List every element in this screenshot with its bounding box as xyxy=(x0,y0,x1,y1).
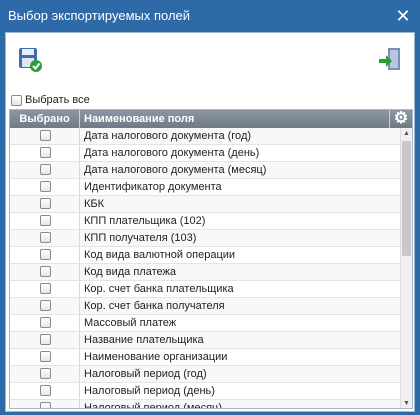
row-checkbox[interactable] xyxy=(40,317,51,328)
table-row[interactable]: Название плательщика xyxy=(10,332,400,349)
row-select-cell xyxy=(10,162,80,178)
row-field-name: Идентификатор документа xyxy=(84,181,222,193)
row-field-name: Дата налогового документа (год) xyxy=(84,130,252,142)
table-row[interactable]: Кор. счет банка получателя xyxy=(10,298,400,315)
row-select-cell xyxy=(10,230,80,246)
table-row[interactable]: Дата налогового документа (год) xyxy=(10,128,400,145)
row-select-cell xyxy=(10,298,80,314)
row-select-cell xyxy=(10,315,80,331)
select-all-checkbox[interactable]: Выбрать все xyxy=(11,93,90,107)
row-checkbox[interactable] xyxy=(40,283,51,294)
table-row[interactable]: КПП получателя (103) xyxy=(10,230,400,247)
row-field-name: Название плательщика xyxy=(84,334,204,346)
table-row[interactable]: Массовый платеж xyxy=(10,315,400,332)
table-row[interactable]: Налоговый период (год) xyxy=(10,366,400,383)
row-select-cell xyxy=(10,145,80,161)
row-select-cell xyxy=(10,400,80,408)
table-row[interactable]: Наименование организации xyxy=(10,349,400,366)
scroll-down-arrow-icon[interactable]: ▼ xyxy=(401,398,412,408)
row-checkbox[interactable] xyxy=(40,232,51,243)
save-icon[interactable] xyxy=(16,45,44,75)
dialog-title: Выбор экспортируемых полей xyxy=(8,8,191,23)
row-checkbox[interactable] xyxy=(40,215,51,226)
row-checkbox[interactable] xyxy=(40,249,51,260)
row-select-cell xyxy=(10,213,80,229)
row-checkbox[interactable] xyxy=(40,385,51,396)
table-row[interactable]: КБК xyxy=(10,196,400,213)
row-checkbox[interactable] xyxy=(40,402,51,408)
column-header-selected[interactable]: Выбрано xyxy=(10,110,80,128)
row-select-cell xyxy=(10,196,80,212)
row-field-name: Массовый платеж xyxy=(84,317,177,329)
row-field-name: Налоговый период (день) xyxy=(84,385,215,397)
row-field-name: Дата налогового документа (день) xyxy=(84,147,260,159)
scroll-thumb[interactable] xyxy=(402,141,411,256)
column-header-field-name[interactable]: Наименование поля xyxy=(82,110,384,128)
table-row[interactable]: Налоговый период (месяц) xyxy=(10,400,400,409)
row-checkbox[interactable] xyxy=(40,181,51,192)
table-row[interactable]: Дата налогового документа (месяц) xyxy=(10,162,400,179)
row-select-cell xyxy=(10,264,80,280)
row-field-name: КПП получателя (103) xyxy=(84,232,197,244)
row-field-name: КПП плательщика (102) xyxy=(84,215,206,227)
table-row[interactable]: КПП плательщика (102) xyxy=(10,213,400,230)
row-field-name: Наименование организации xyxy=(84,351,228,363)
table-row[interactable]: Идентификатор документа xyxy=(10,179,400,196)
row-select-cell xyxy=(10,383,80,399)
table-row[interactable]: Код вида валютной операции xyxy=(10,247,400,264)
table-row[interactable]: Дата налогового документа (день) xyxy=(10,145,400,162)
row-field-name: Дата налогового документа (месяц) xyxy=(84,164,267,176)
fields-grid: Выбрано Наименование поля ⚙ Дата налогов… xyxy=(9,109,413,409)
row-checkbox[interactable] xyxy=(40,368,51,379)
row-checkbox[interactable] xyxy=(40,164,51,175)
close-icon[interactable]: ✕ xyxy=(394,7,412,25)
row-select-cell xyxy=(10,179,80,195)
vertical-scrollbar[interactable]: ▲ ▼ xyxy=(400,128,412,408)
row-field-name: Кор. счет банка плательщика xyxy=(84,283,234,295)
table-row[interactable]: Кор. счет банка плательщика xyxy=(10,281,400,298)
dialog-body: Выбрать все Выбрано Наименование поля ⚙ … xyxy=(5,32,415,412)
row-select-cell xyxy=(10,332,80,348)
table-row[interactable]: Код вида платежа xyxy=(10,264,400,281)
row-field-name: Код вида валютной операции xyxy=(84,249,236,261)
dialog-titlebar: Выбор экспортируемых полей ✕ xyxy=(0,0,420,32)
row-select-cell xyxy=(10,366,80,382)
row-field-name: Налоговый период (месяц) xyxy=(84,402,223,409)
row-field-name: Код вида платежа xyxy=(84,266,176,278)
row-select-cell xyxy=(10,128,80,144)
row-field-name: КБК xyxy=(84,198,105,210)
row-checkbox[interactable] xyxy=(40,334,51,345)
row-select-cell xyxy=(10,349,80,365)
row-field-name: Кор. счет банка получателя xyxy=(84,300,225,312)
select-all-box[interactable] xyxy=(11,94,22,106)
grid-rows: Дата налогового документа (год) Дата нало… xyxy=(10,128,400,409)
row-checkbox[interactable] xyxy=(40,198,51,209)
gear-icon[interactable]: ⚙ xyxy=(389,110,412,128)
export-fields-dialog: Выбор экспортируемых полей ✕ Выбрать все… xyxy=(0,0,420,415)
exit-icon[interactable] xyxy=(376,45,404,75)
toolbar xyxy=(6,33,414,89)
table-row[interactable]: Налоговый период (день) xyxy=(10,383,400,400)
row-checkbox[interactable] xyxy=(40,300,51,311)
row-checkbox[interactable] xyxy=(40,130,51,141)
row-checkbox[interactable] xyxy=(40,147,51,158)
scroll-up-arrow-icon[interactable]: ▲ xyxy=(401,128,412,140)
row-select-cell xyxy=(10,281,80,297)
grid-header: Выбрано Наименование поля ⚙ xyxy=(10,110,412,128)
row-select-cell xyxy=(10,247,80,263)
row-checkbox[interactable] xyxy=(40,351,51,362)
row-checkbox[interactable] xyxy=(40,266,51,277)
select-all-label: Выбрать все xyxy=(25,94,90,106)
row-field-name: Налоговый период (год) xyxy=(84,368,207,380)
